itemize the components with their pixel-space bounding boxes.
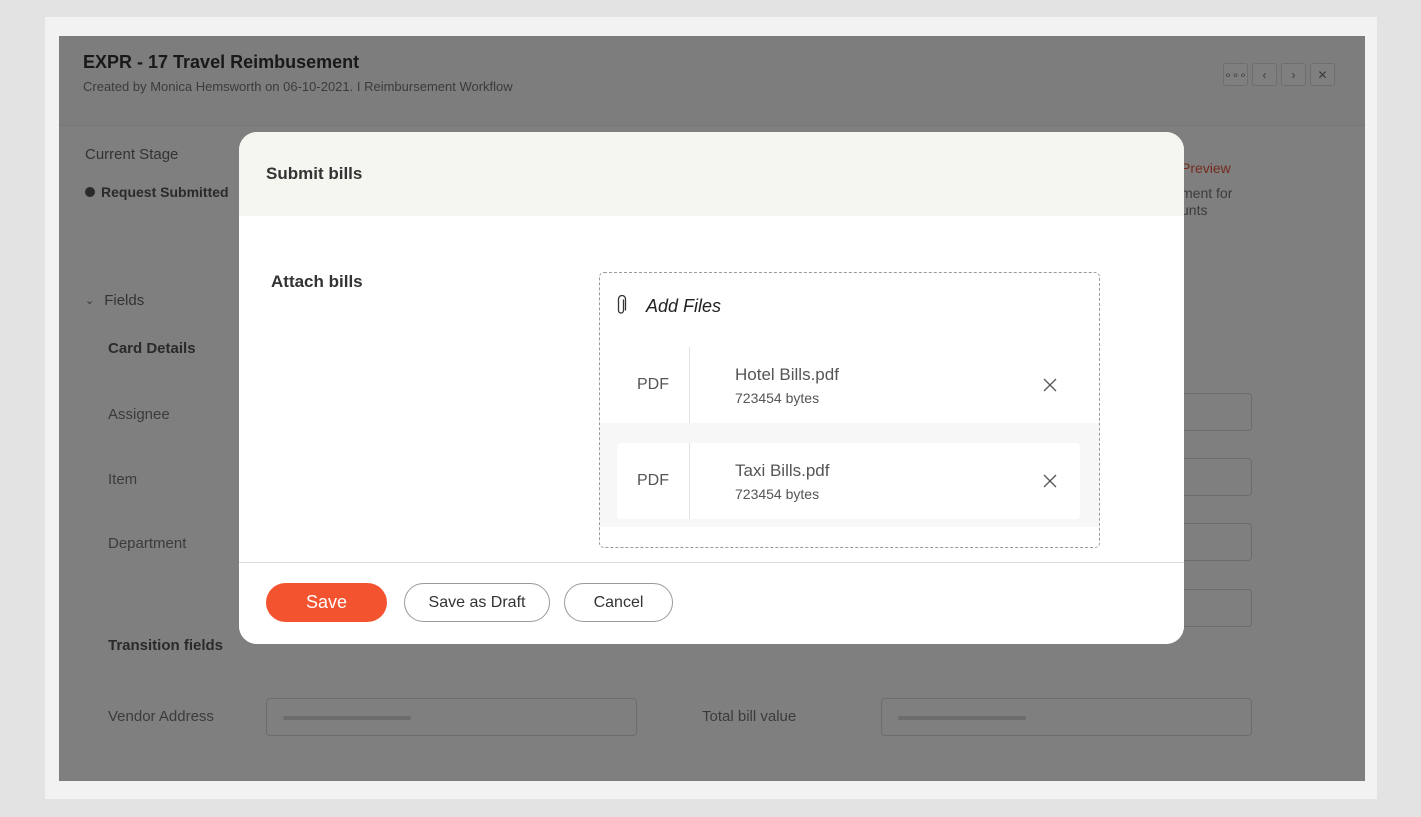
file-name: Taxi Bills.pdf [735,461,830,480]
dialog-footer: Save Save as Draft Cancel [239,562,1184,644]
remove-file-icon[interactable] [1042,377,1058,393]
file-card: PDF Hotel Bills.pdf 723454 bytes [617,347,1080,423]
file-size: 723454 bytes [735,390,820,406]
file-type-label: PDF [617,347,690,423]
dialog-title: Submit bills [266,164,363,183]
file-type-label: PDF [617,443,690,519]
file-item: PDF Taxi Bills.pdf 723454 bytes [600,423,1099,527]
cancel-button[interactable]: Cancel [564,583,673,622]
submit-bills-dialog: Submit bills Attach bills Add Files PDF … [239,132,1184,644]
file-size: 723454 bytes [735,486,820,502]
add-files-button[interactable]: Add Files [614,295,721,317]
dialog-header: Submit bills [239,132,1184,216]
file-card: PDF Taxi Bills.pdf 723454 bytes [617,443,1080,519]
add-files-label: Add Files [646,295,722,316]
attach-bills-label: Attach bills [271,272,363,291]
paperclip-icon [617,295,627,314]
file-name: Hotel Bills.pdf [735,365,839,384]
save-button[interactable]: Save [266,583,387,622]
file-dropzone[interactable]: Add Files PDF Hotel Bills.pdf 723454 byt… [599,272,1100,548]
remove-file-icon[interactable] [1042,473,1058,489]
save-as-draft-button[interactable]: Save as Draft [404,583,550,622]
